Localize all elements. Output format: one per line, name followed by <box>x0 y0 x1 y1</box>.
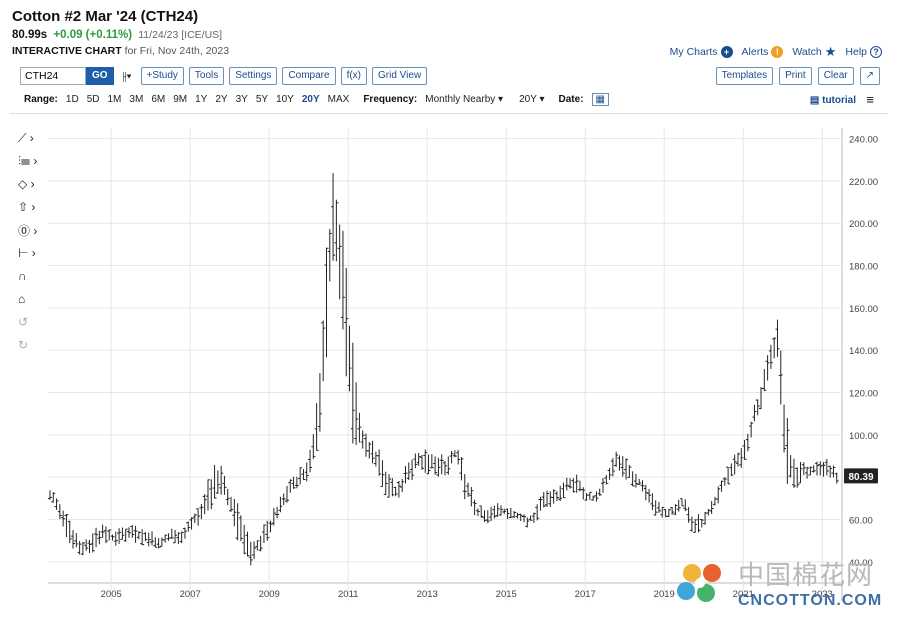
watermark-en: CNCOTTON.COM <box>738 592 883 609</box>
x-tick-label: 2013 <box>417 589 438 600</box>
y-tick-label: 100.00 <box>849 431 878 442</box>
y-tick-label: 220.00 <box>849 177 878 188</box>
y-tick-label: 140.00 <box>849 346 878 357</box>
y-tick-label: 240.00 <box>849 135 878 146</box>
watermark: 中国棉花网 CNCOTTON.COM <box>672 555 882 610</box>
y-tick-label: 200.00 <box>849 219 878 230</box>
watermark-cn: 中国棉花网 <box>738 561 874 591</box>
x-tick-label: 2009 <box>259 589 280 600</box>
y-tick-label: 180.00 <box>849 262 878 273</box>
last-value-label: 80.39 <box>848 472 873 483</box>
y-tick-label: 120.00 <box>849 389 878 400</box>
price-chart[interactable]: 40.0060.0080.00100.00120.00140.00160.001… <box>0 0 908 620</box>
x-tick-label: 2017 <box>575 589 596 600</box>
x-tick-label: 2015 <box>496 589 517 600</box>
x-tick-label: 2005 <box>101 589 122 600</box>
cncotton-logo-icon <box>677 563 721 602</box>
y-tick-label: 60.00 <box>849 516 873 527</box>
y-tick-label: 160.00 <box>849 304 878 315</box>
x-tick-label: 2007 <box>180 589 201 600</box>
x-tick-label: 2011 <box>338 589 358 600</box>
